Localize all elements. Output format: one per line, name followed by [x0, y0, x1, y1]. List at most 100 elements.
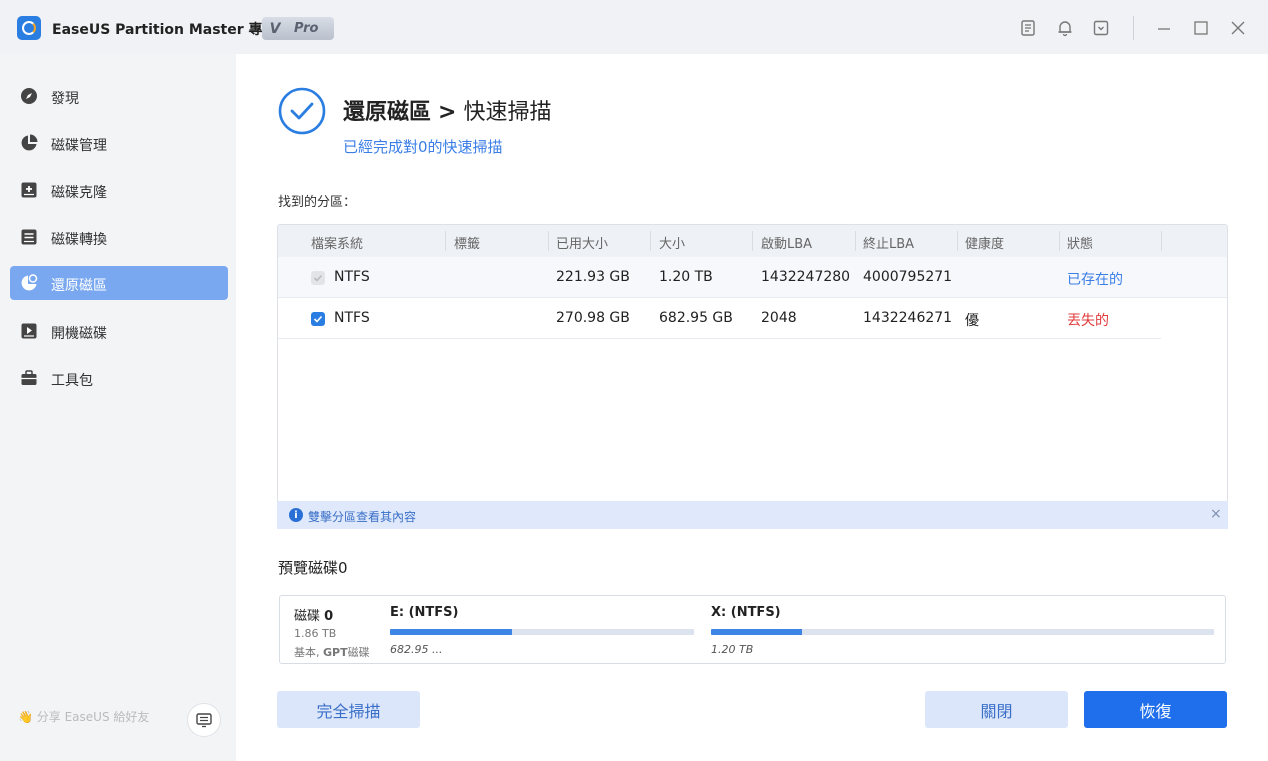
- sidebar-item-label: 磁碟轉換: [51, 232, 107, 248]
- column-divider[interactable]: [548, 231, 549, 251]
- bell-icon[interactable]: [1055, 18, 1075, 38]
- cell-size: 1.20 TB: [659, 269, 713, 285]
- check-icon: [313, 315, 323, 323]
- sidebar-item-label: 還原磁區: [51, 278, 107, 294]
- column-divider[interactable]: [1059, 231, 1060, 251]
- column-divider[interactable]: [752, 231, 753, 251]
- cell-size: 682.95 GB: [659, 310, 733, 326]
- column-header[interactable]: 狀態: [1067, 233, 1093, 252]
- column-header[interactable]: 啟動LBA: [761, 233, 812, 252]
- partition-size: 1.20 TB: [711, 643, 754, 656]
- sidebar-item-partition-recovery[interactable]: 還原磁區: [10, 266, 228, 300]
- share-link[interactable]: 👋 分享 EaseUS 給好友: [18, 708, 149, 725]
- column-header[interactable]: 大小: [659, 233, 685, 252]
- sidebar-item-label: 工具包: [51, 373, 93, 389]
- column-header[interactable]: 標籤: [454, 233, 480, 252]
- pro-badge: V Pro: [262, 17, 334, 40]
- sidebar-item-label: 發現: [51, 91, 79, 107]
- minimize-icon[interactable]: [1154, 18, 1174, 38]
- info-bar: i 雙擊分區查看其內容 ×: [277, 501, 1228, 529]
- cell-start-lba: 2048: [761, 310, 797, 326]
- column-divider[interactable]: [1161, 231, 1162, 251]
- partition-size: 682.95 ...: [390, 643, 443, 656]
- table-row[interactable]: NTFS 221.93 GB 1.20 TB 1432247280 400079…: [278, 257, 1227, 298]
- disk-name: 磁碟 0: [294, 605, 333, 624]
- page-title-sub: 快速掃描: [463, 100, 552, 125]
- sidebar-item-label: 磁碟克隆: [51, 185, 107, 201]
- column-divider[interactable]: [445, 231, 446, 251]
- preview-disk-label: 預覽磁碟0: [278, 559, 348, 577]
- page-title: 還原磁區 > 快速掃描: [343, 94, 551, 126]
- cell-end-lba: 1432246271: [863, 310, 953, 326]
- found-partitions-label: 找到的分區：: [278, 195, 357, 210]
- partition-bar[interactable]: [390, 629, 694, 635]
- row-checkbox[interactable]: [311, 312, 325, 326]
- cell-used: 221.93 GB: [556, 269, 630, 285]
- partition-fill: [711, 629, 802, 635]
- table-row[interactable]: NTFS 270.98 GB 682.95 GB 2048 1432246271…: [278, 298, 1161, 339]
- disk-type-suffix: 磁碟: [347, 646, 370, 659]
- column-divider[interactable]: [650, 231, 651, 251]
- partition-table: 檔案系統 標籤 已用大小 大小 啟動LBA 終止LBA 健康度 狀態 NTFS …: [277, 224, 1228, 528]
- toolbox-icon: [21, 370, 37, 385]
- column-header[interactable]: 檔案系統: [311, 233, 363, 252]
- dropdown-menu-icon[interactable]: [1091, 18, 1111, 38]
- page-title-main: 還原磁區: [343, 100, 432, 125]
- partition-label[interactable]: X: (NTFS): [711, 605, 781, 620]
- share-text: 分享 EaseUS 給好友: [36, 710, 150, 724]
- disk-type-gpt: GPT: [323, 646, 348, 659]
- sidebar-item-disk-management[interactable]: 磁碟管理: [10, 126, 228, 160]
- title-bar-divider: [1133, 16, 1134, 40]
- disk-map: 磁碟 0 1.86 TB 基本, GPT磁碟 E: (NTFS) 682.95 …: [279, 595, 1226, 664]
- sidebar: 發現 磁碟管理 磁碟克隆 磁碟轉換 還原磁區 開機磁碟 工具包 👋 分享 Eas…: [0, 54, 236, 761]
- partition-bar[interactable]: [711, 629, 1214, 635]
- sidebar-item-bootable-disk[interactable]: 開機磁碟: [10, 314, 228, 348]
- notes-icon[interactable]: [1018, 18, 1038, 38]
- column-divider[interactable]: [957, 231, 958, 251]
- pie-chart-icon: [21, 134, 38, 151]
- cell-filesystem: NTFS: [334, 310, 370, 326]
- disk-convert-icon: [21, 229, 37, 245]
- cell-health: 優: [965, 313, 979, 329]
- sidebar-item-toolbox[interactable]: 工具包: [10, 361, 228, 395]
- disk-clone-icon: [21, 182, 37, 198]
- cell-filesystem: NTFS: [334, 269, 370, 285]
- main-panel: 還原磁區 > 快速掃描 已經完成對0的快速掃描 找到的分區： 檔案系統 標籤 已…: [236, 54, 1268, 761]
- bootable-disk-icon: [21, 323, 37, 339]
- cell-status: 已存在的: [1067, 272, 1123, 288]
- disk-name-text: 磁碟: [294, 609, 321, 624]
- scan-status-text: 已經完成對0的快速掃描: [343, 138, 503, 156]
- chat-icon: [196, 713, 212, 728]
- sidebar-item-disk-convert[interactable]: 磁碟轉換: [10, 220, 228, 254]
- column-header[interactable]: 已用大小: [556, 233, 608, 252]
- sidebar-item-discover[interactable]: 發現: [10, 79, 228, 113]
- close-button[interactable]: 關閉: [925, 691, 1068, 728]
- close-info-icon[interactable]: ×: [1210, 506, 1222, 522]
- table-header: 檔案系統 標籤 已用大小 大小 啟動LBA 終止LBA 健康度 狀態: [278, 225, 1227, 257]
- cell-status: 丟失的: [1067, 313, 1109, 329]
- cell-start-lba: 1432247280: [761, 269, 851, 285]
- check-circle-icon: [278, 87, 326, 135]
- sidebar-item-label: 開機磁碟: [51, 326, 107, 342]
- column-divider[interactable]: [855, 231, 856, 251]
- partition-recovery-icon: [21, 274, 38, 291]
- info-icon: i: [289, 508, 303, 522]
- pro-badge-v: V: [269, 20, 281, 37]
- app-logo-icon: [17, 16, 41, 40]
- full-scan-button[interactable]: 完全掃描: [277, 691, 420, 728]
- cell-used: 270.98 GB: [556, 310, 630, 326]
- sidebar-item-disk-clone[interactable]: 磁碟克隆: [10, 173, 228, 207]
- maximize-icon[interactable]: [1191, 18, 1211, 38]
- check-icon: [313, 274, 323, 282]
- app-title: EaseUS Partition Master 專業版: [52, 22, 291, 38]
- pro-badge-text: Pro: [294, 21, 319, 36]
- partition-label[interactable]: E: (NTFS): [390, 605, 458, 620]
- feedback-button[interactable]: [187, 703, 221, 737]
- column-header[interactable]: 終止LBA: [863, 233, 914, 252]
- restore-button[interactable]: 恢復: [1084, 691, 1227, 728]
- info-text: 雙擊分區查看其內容: [308, 510, 417, 524]
- column-header[interactable]: 健康度: [965, 233, 1004, 252]
- row-checkbox[interactable]: [311, 271, 325, 285]
- disk-size: 1.86 TB: [294, 627, 337, 640]
- close-icon[interactable]: [1228, 18, 1248, 38]
